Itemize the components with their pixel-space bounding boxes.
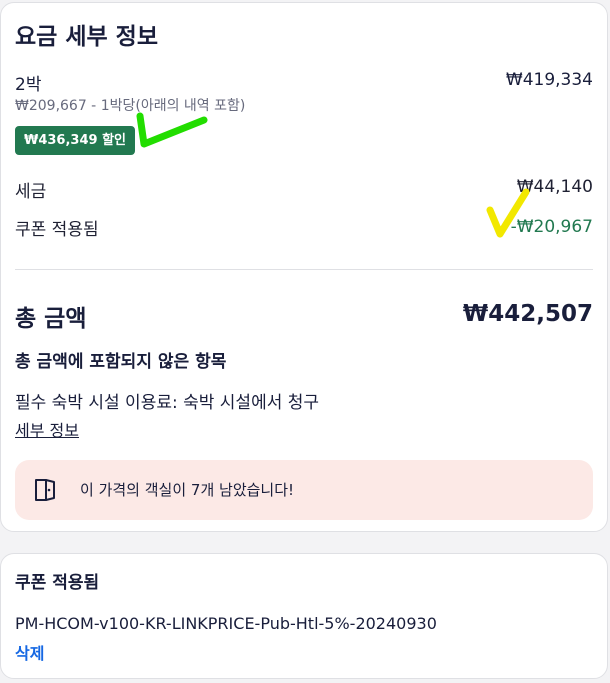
total-label: 총 금액	[15, 306, 87, 332]
nights-label: 2박	[15, 75, 42, 95]
nights-amount: ₩419,334	[505, 70, 593, 90]
tax-label: 세금	[15, 182, 47, 202]
coupon-card-title: 쿠폰 적용됨	[15, 573, 100, 593]
per-night-price: ₩209,667 - 1박당(아래의 내역 포함)	[15, 98, 246, 114]
price-details-title: 요금 세부 정보	[15, 24, 158, 50]
coupon-discount-amount: -₩20,967	[510, 217, 593, 237]
coupon-card: 쿠폰 적용됨 PM-HCOM-v100-KR-LINKPRICE-Pub-Htl…	[0, 553, 608, 679]
remove-coupon-link[interactable]: 삭제	[15, 640, 44, 664]
excluded-items-title: 총 금액에 포함되지 않은 항목	[15, 352, 227, 372]
price-details-card: 요금 세부 정보 2박 ₩419,334 ₩209,667 - 1박당(아래의 …	[0, 2, 608, 532]
rooms-left-notice: 이 가격의 객실이 7개 남았습니다!	[15, 460, 593, 520]
tax-amount: ₩44,140	[516, 177, 593, 197]
coupon-code: PM-HCOM-v100-KR-LINKPRICE-Pub-Htl-5%-202…	[15, 614, 437, 633]
total-amount: ₩442,507	[462, 301, 593, 327]
door-icon	[35, 479, 55, 501]
details-link[interactable]: 세부 정보	[15, 417, 79, 441]
rooms-left-text: 이 가격의 객실이 7개 남았습니다!	[80, 481, 295, 499]
coupon-applied-label: 쿠폰 적용됨	[15, 220, 99, 240]
discount-badge: ₩436,349 할인	[15, 126, 135, 155]
excluded-item: 필수 숙박 시설 이용료: 숙박 시설에서 청구	[15, 393, 320, 413]
divider	[15, 269, 593, 270]
